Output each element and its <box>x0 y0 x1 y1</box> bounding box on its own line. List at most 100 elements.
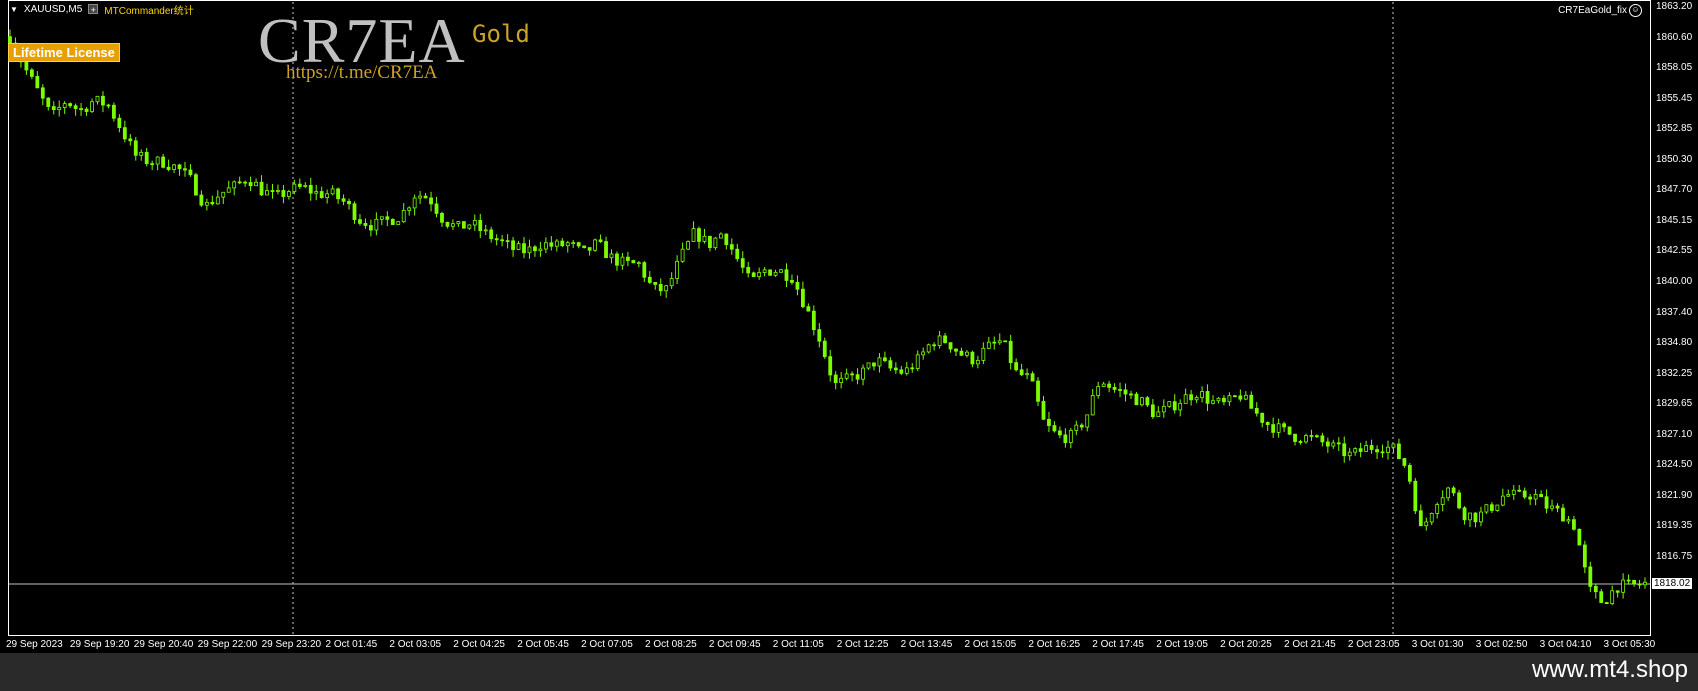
candle-body <box>1276 423 1281 433</box>
brand-suffix: Gold <box>472 20 530 48</box>
candle-body <box>1112 386 1117 390</box>
candle-body <box>1626 579 1631 582</box>
candle-body <box>1517 489 1522 492</box>
candle-body <box>866 362 871 369</box>
candle-body <box>1063 434 1068 444</box>
price-tick-label: 1855.45 <box>1656 92 1693 104</box>
candle-body <box>155 156 160 165</box>
candle-body <box>1232 395 1237 398</box>
candle-body <box>122 127 127 140</box>
candle-body <box>762 269 767 273</box>
candle-body <box>1145 397 1150 406</box>
dropdown-triangle-icon[interactable]: ▼ <box>10 5 18 14</box>
candle-body <box>341 198 346 202</box>
expert-advisor-name: CR7EaGold_fix <box>1558 5 1627 16</box>
candle-body <box>150 163 155 166</box>
brand-url[interactable]: https://t.me/CR7EA <box>286 62 437 84</box>
candle-body <box>133 140 138 156</box>
candle-body <box>527 246 532 254</box>
candle-body <box>286 191 291 197</box>
candle-body <box>379 216 384 220</box>
price-tick-label: 1847.70 <box>1656 184 1693 196</box>
time-tick-label: 2 Oct 11:05 <box>772 639 824 650</box>
candle-body <box>729 244 734 250</box>
candle-body <box>1079 424 1084 428</box>
candle-body <box>751 272 756 277</box>
candle-body <box>828 356 833 376</box>
candle-body <box>330 188 335 195</box>
candle-body <box>418 195 423 199</box>
candle-body <box>1298 441 1303 443</box>
candle-body <box>128 138 133 142</box>
candle-body <box>997 340 1002 344</box>
candle-body <box>40 87 45 99</box>
time-tick-label: 2 Oct 09:45 <box>708 639 761 650</box>
price-tick-label: 1858.05 <box>1656 62 1693 74</box>
candle-body <box>1161 405 1166 413</box>
price-tick-label: 1840.00 <box>1656 275 1693 287</box>
candle-body <box>686 241 690 250</box>
candle-body <box>970 351 975 365</box>
candle-body <box>232 181 237 189</box>
candle-body <box>1397 443 1401 459</box>
candle-body <box>850 373 855 376</box>
candle-body <box>254 181 258 187</box>
candle-body <box>795 281 800 290</box>
plus-icon[interactable]: + <box>88 4 99 15</box>
candle-body <box>319 191 324 199</box>
candle-body <box>779 269 783 273</box>
candle-body <box>1243 394 1248 400</box>
expert-advisor-label[interactable]: CR7EaGold_fix ☺ <box>1558 4 1642 17</box>
candle-body <box>90 101 94 112</box>
candle-body <box>210 201 215 205</box>
smiley-icon[interactable]: ☺ <box>1629 4 1642 17</box>
candle-body <box>183 168 187 171</box>
candle-body <box>1183 394 1188 404</box>
candle-body <box>554 240 559 247</box>
candle-body <box>872 362 876 367</box>
candle-body <box>29 69 34 77</box>
candle-body <box>1227 395 1232 403</box>
candle-body <box>1484 504 1489 513</box>
candle-body <box>35 76 40 89</box>
candle-body <box>62 103 67 108</box>
candle-body <box>1375 449 1379 453</box>
candle-body <box>817 329 822 342</box>
candle-body <box>172 164 176 170</box>
price-tick-label: 1819.35 <box>1656 520 1693 532</box>
candle-body <box>1320 435 1325 443</box>
candle-body <box>505 240 510 243</box>
candle-body <box>1052 425 1057 432</box>
candle-body <box>576 242 581 247</box>
candle-body <box>1462 507 1467 521</box>
candle-body <box>800 288 805 308</box>
candle-body <box>281 190 286 197</box>
candle-body <box>494 238 499 241</box>
candle-body <box>522 243 526 254</box>
candle-body <box>1468 512 1472 521</box>
candle-body <box>1090 395 1095 416</box>
candle-body <box>883 357 887 362</box>
candle-body <box>144 151 149 165</box>
candle-body <box>975 359 980 365</box>
candle-body <box>1489 504 1494 511</box>
candle-body <box>593 239 598 251</box>
candle-body <box>1413 480 1418 512</box>
candle-body <box>1506 493 1511 497</box>
candle-body <box>1599 591 1604 603</box>
time-tick-label: 3 Oct 01:30 <box>1411 639 1464 650</box>
candle-body <box>718 233 723 239</box>
candle-body <box>117 117 122 129</box>
time-tick-label: 2 Oct 01:45 <box>325 639 378 650</box>
candle-body <box>1047 418 1051 426</box>
candle-body <box>325 193 330 199</box>
symbol-bar[interactable]: ▼ XAUUSD,M5 + MTCommander统计 <box>10 2 194 17</box>
candle-body <box>1074 424 1079 431</box>
candle-body <box>1364 445 1369 452</box>
candle-body <box>1500 495 1505 506</box>
candle-body <box>757 272 762 277</box>
candle-body <box>1347 451 1352 457</box>
candle-body <box>456 221 461 225</box>
candle-body <box>1402 458 1407 466</box>
candle-body <box>538 248 543 252</box>
